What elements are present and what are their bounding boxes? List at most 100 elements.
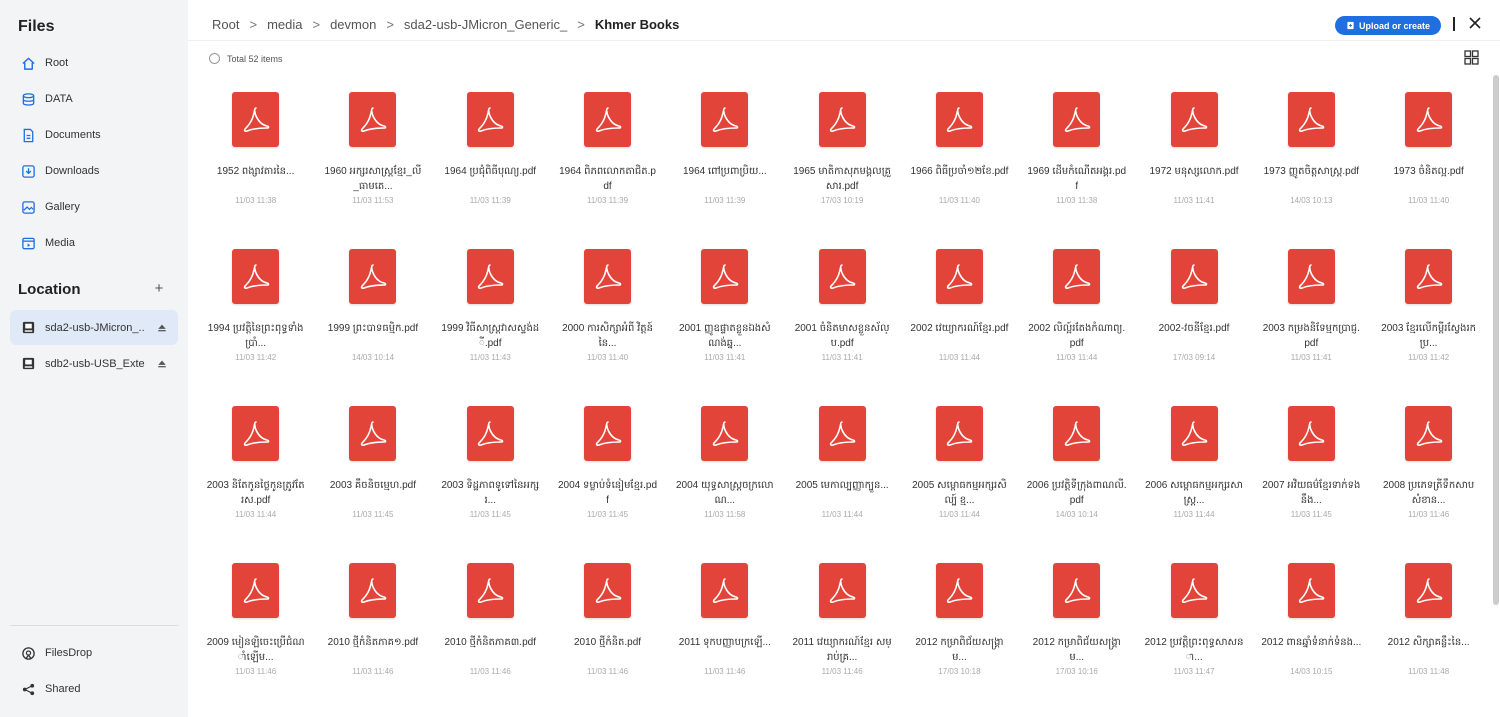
file-manager-app: Files Root DATA Documents Downloads Gall… (0, 0, 1500, 717)
file-item[interactable]: 1964 ពៅប្រពាប្រិយ... 11/03 11:39 (666, 88, 783, 245)
sidebar-item-label: Documents (45, 129, 101, 141)
document-icon (20, 127, 36, 143)
file-item[interactable]: 2007 អវិយធម៌ខ្មែរទាក់ទងនឹង... 11/03 11:45 (1253, 402, 1370, 559)
file-date: 14/03 10:15 (1290, 667, 1333, 676)
sidebar-item-filesdrop[interactable]: FilesDrop (10, 635, 178, 671)
file-item[interactable]: 2002 លិល្អ៍រតែងកំណាព្យ.pdf 11/03 11:44 (1018, 245, 1135, 402)
file-item[interactable]: 1965 មាតិកាសុភមង្គលគ្រួសារ.pdf 17/03 10:1… (783, 88, 900, 245)
file-item[interactable]: 2012 ពានឆ្នាំទំនាក់ទំនង... 14/03 10:15 (1253, 559, 1370, 716)
sidebar-item-media[interactable]: Media (10, 225, 178, 261)
sidebar-item-downloads[interactable]: Downloads (10, 153, 178, 189)
file-item[interactable]: 2003 ទិដ្ឋភាពទូទៅនៃអក្សរ... 11/03 11:45 (432, 402, 549, 559)
add-location-button[interactable]: + (152, 280, 166, 297)
sidebar-item-root[interactable]: Root (10, 45, 178, 81)
pdf-file-icon (701, 249, 749, 304)
sidebar-item-shared[interactable]: Shared (10, 671, 178, 707)
file-item[interactable]: 2005 មេកាល្បញ្ញាក្បួន... 11/03 11:44 (783, 402, 900, 559)
file-item[interactable]: 2011 ទុកបញ្ញាបក្រឡើ... 11/03 11:46 (666, 559, 783, 716)
close-icon[interactable] (1467, 15, 1483, 31)
pdf-file-icon (1170, 563, 1218, 618)
file-item[interactable]: 2003 កម្រងនិទែម្មកប្រាជ្ញ.pdf 11/03 11:41 (1253, 245, 1370, 402)
sidebar-item-data[interactable]: DATA (10, 81, 178, 117)
file-item[interactable]: 2010 ថ្មីកំនិតភាគ៣.pdf 11/03 11:46 (432, 559, 549, 716)
file-item[interactable]: 2010 ថ្មីកំនិតភាគ១.pdf 11/03 11:46 (314, 559, 431, 716)
pdf-file-icon (701, 406, 749, 461)
file-item[interactable]: 1964 ពិភពលោកតាជិត.pdf 11/03 11:39 (549, 88, 666, 245)
file-name: 2005 មេកាល្បញ្ញាក្បួន... (795, 480, 889, 491)
file-item[interactable]: 2006 សម្ពោធកម្មអក្សរសាស្ត្រ... 11/03 11:4… (1135, 402, 1252, 559)
file-item[interactable]: 2003 គឹចនិចម្មេហ.pdf 11/03 11:45 (314, 402, 431, 559)
file-item[interactable]: 1972 មនុស្សលោក.pdf 11/03 11:41 (1135, 88, 1252, 245)
file-item[interactable]: 1973 ចំនិតល្អ.pdf 11/03 11:40 (1370, 88, 1487, 245)
file-item[interactable]: 1973 ញ្ញូតចិត្តសាស្ត្រ.pdf 14/03 10:13 (1253, 88, 1370, 245)
upload-label: Upload or create (1358, 20, 1431, 31)
media-icon (20, 235, 36, 251)
breadcrumb-media[interactable]: media (267, 17, 302, 32)
pdf-file-icon (1053, 563, 1101, 618)
location-item-sdb2[interactable]: sdb2-usb-USB_Exte... (10, 346, 178, 381)
upload-or-create-button[interactable]: Upload or create (1335, 16, 1441, 35)
file-item[interactable]: 2012 កម្រាពិជ័យសង្គ្រាម... 17/03 10:16 (1018, 559, 1135, 716)
file-item[interactable]: 1964 ប្រជុំពិធីបុណ្យ.pdf 11/03 11:39 (432, 88, 549, 245)
file-date: 17/03 10:16 (1055, 667, 1098, 676)
breadcrumb-separator: > (386, 17, 394, 32)
file-item[interactable]: 2004 យុទ្ធសាស្ត្រចក្រលោណ... 11/03 11:58 (666, 402, 783, 559)
file-date: 14/03 10:13 (1290, 196, 1333, 205)
breadcrumb-separator: > (312, 17, 321, 32)
breadcrumb-drive[interactable]: sda2-usb-JMicron_Generic_ (404, 17, 567, 32)
pdf-file-icon (701, 92, 749, 147)
file-item[interactable]: 2001 ចំនិតមាសខ្លួនស័ល្ប.pdf 11/03 11:41 (783, 245, 900, 402)
file-date: 11/03 11:47 (1173, 667, 1215, 676)
file-item[interactable]: 1966 ពិធីប្រចាំ១២ខែ.pdf 11/03 11:40 (901, 88, 1018, 245)
pdf-file-icon (349, 406, 397, 461)
sidebar-item-label: Root (45, 57, 69, 69)
file-item[interactable]: 1999 វិធីសាស្ត្រវាសស្ទង់ដី.pdf 11/03 11:4… (432, 245, 549, 402)
file-item[interactable]: 1960 អក្សរសាស្ត្រខ្មែរ_លី_ធាមតេ... 11/03 … (314, 88, 431, 245)
file-item[interactable]: 1969 ដើមកំណើតអង្គរ.pdf 11/03 11:38 (1018, 88, 1135, 245)
file-date: 11/03 11:44 (1056, 353, 1098, 362)
file-item[interactable]: 2002-វចនីខ្មែរ.pdf 17/03 09:14 (1135, 245, 1252, 402)
file-item[interactable]: 2011 វេយ្យាករណ៍ខ្មែរ សម្រាប់គ្រ... 11/03 … (783, 559, 900, 716)
pdf-file-icon (818, 563, 866, 618)
select-all-radio[interactable] (209, 53, 220, 64)
file-item[interactable]: 2008 ប្រភេទត្រីទឹកសាបសំខាន... 11/03 11:46 (1370, 402, 1487, 559)
breadcrumb-root[interactable]: Root (212, 17, 239, 32)
file-item[interactable]: 2000 ការសិក្សាអំពី វិត្តន៍ នៃ... 11/03 11… (549, 245, 666, 402)
file-date: 11/03 11:46 (587, 667, 629, 676)
file-item[interactable]: 2006 ប្រវត្តិទីក្រុងពាណលី.pdf 14/03 10:14 (1018, 402, 1135, 559)
file-date: 11/03 11:45 (469, 510, 511, 519)
eject-icon[interactable] (157, 358, 169, 370)
file-item[interactable]: 1952 ពង្សាវតារនៃ... 11/03 11:38 (197, 88, 314, 245)
file-item[interactable]: 2002 វេយ្យាករណ៍ខ្មែរ.pdf 11/03 11:44 (901, 245, 1018, 402)
grid-view-icon[interactable] (1464, 50, 1479, 65)
file-item[interactable]: 2012 សិក្សាគន្លឹះនៃ... 11/03 11:48 (1370, 559, 1487, 716)
file-item[interactable]: 2004 ទម្លាប់ទំនៀមខ្មែរ.pdf 11/03 11:45 (549, 402, 666, 559)
file-name: 2003 កម្រងនិទែម្មកប្រាជ្ញ.pdf (1262, 323, 1360, 349)
file-item[interactable]: 2003 ខ្មែរលើកម្ពីរស្វែងរកប្រ... 11/03 11:… (1370, 245, 1487, 402)
sidebar-item-label: DATA (45, 93, 73, 105)
location-label: sdb2-usb-USB_Exte... (45, 357, 145, 370)
file-item[interactable]: 2012 ប្រវត្តិព្រះពុទ្ធសាសនា... 11/03 11:4… (1135, 559, 1252, 716)
file-date: 11/03 11:45 (352, 510, 394, 519)
file-item[interactable]: 2010 ថ្មីកំនិត.pdf 11/03 11:46 (549, 559, 666, 716)
file-name: 2004 យុទ្ធសាស្ត្រចក្រលោណ... (676, 480, 774, 506)
file-item[interactable]: 1999 ព្រះបាទធម្មិក.pdf 14/03 10:14 (314, 245, 431, 402)
breadcrumb-devmon[interactable]: devmon (330, 17, 376, 32)
sidebar-item-documents[interactable]: Documents (10, 117, 178, 153)
file-item[interactable]: 2001 ញ្ញូឧផ្ទាតខ្លួនឯងសំណង់ឆ្ន... 11/03 1… (666, 245, 783, 402)
file-item[interactable]: 2005 សម្ពោធកម្មអក្សរសិល្ប៍ ខ្ម... 11/03 1… (901, 402, 1018, 559)
file-item[interactable]: 2003 និតែកូនថ្លៃកូនត្រូវតែរស.pdf 11/03 11… (197, 402, 314, 559)
eject-icon[interactable] (157, 322, 169, 334)
pdf-file-icon (818, 406, 866, 461)
sidebar-item-gallery[interactable]: Gallery (10, 189, 178, 225)
select-all[interactable]: Total 52 items (209, 53, 283, 64)
file-item[interactable]: 2012 កម្រាពិជ័យសង្គ្រាម... 17/03 10:18 (901, 559, 1018, 716)
sidebar-title: Files (18, 18, 55, 35)
file-item[interactable]: 1994 ប្រវត្តិនៃព្រះពុទ្ធទាំងប្រាំ... 11/0… (197, 245, 314, 402)
location-item-sda2[interactable]: sda2-usb-JMicron_... (10, 310, 178, 345)
file-date: 17/03 09:14 (1172, 353, 1216, 362)
file-name: 2011 ទុកបញ្ញាបក្រឡើ... (678, 637, 771, 648)
file-item[interactable]: 2009 មៀនឡិចេះប្រើជំណាំឡើម... 11/03 11:46 (197, 559, 314, 716)
database-icon (20, 91, 36, 107)
scrollbar[interactable] (1493, 75, 1499, 605)
